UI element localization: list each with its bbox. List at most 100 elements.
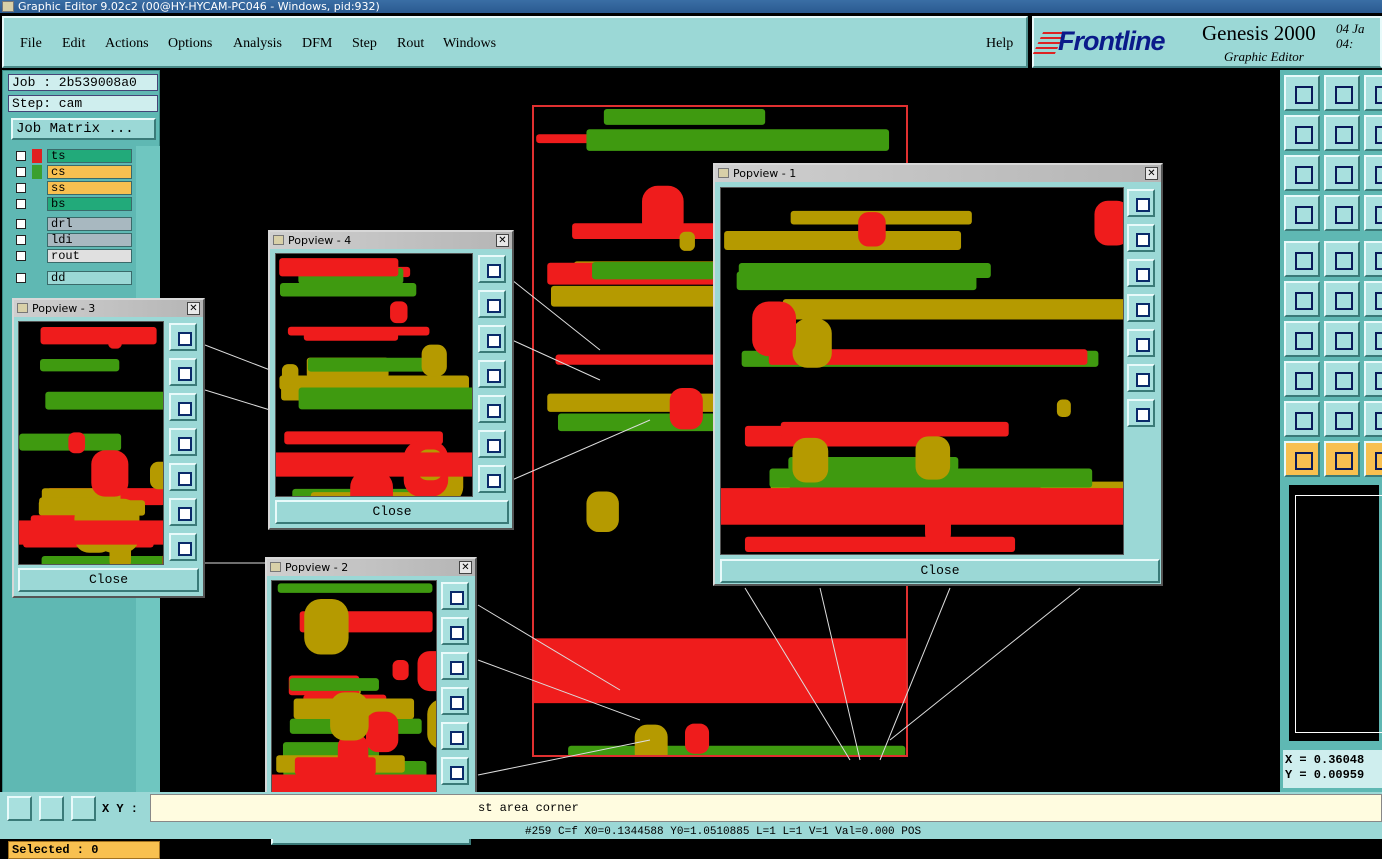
popview-3-image[interactable] — [18, 321, 164, 565]
popview-1-close-icon[interactable]: ✕ — [1145, 167, 1158, 180]
popview-2-image[interactable] — [271, 580, 437, 818]
zoom-fit-icon[interactable] — [7, 796, 32, 821]
pcb-shape — [279, 258, 398, 276]
toolbar-button[interactable] — [1284, 321, 1320, 357]
prompt-text: st area corner — [478, 801, 579, 815]
popview-4-close-icon[interactable]: ✕ — [496, 234, 509, 247]
pcb-shape — [745, 537, 1015, 552]
toolbar-button[interactable] — [1364, 75, 1382, 111]
popview-1-titlebar[interactable]: Popview - 1✕ — [715, 165, 1161, 182]
popview-tool-button[interactable] — [1127, 224, 1155, 252]
popview-tool-button[interactable] — [441, 722, 469, 750]
popview-2-close-icon[interactable]: ✕ — [459, 561, 472, 574]
popview-icon — [273, 235, 284, 245]
toolbar-button[interactable] — [1284, 361, 1320, 397]
pcb-shape — [68, 432, 85, 453]
pcb-shape — [308, 358, 434, 372]
popview-tool-button[interactable] — [169, 498, 197, 526]
popview-tool-button[interactable] — [1127, 399, 1155, 427]
toolbar-button[interactable] — [1364, 401, 1382, 437]
popview-tool-button[interactable] — [169, 533, 197, 561]
popview-tool-button[interactable] — [478, 290, 506, 318]
toolbar-button[interactable] — [1364, 155, 1382, 191]
popview-tool-button[interactable] — [478, 395, 506, 423]
popview-tool-button[interactable] — [441, 582, 469, 610]
toolbar-button[interactable] — [1324, 241, 1360, 277]
toolbar-button[interactable] — [1364, 361, 1382, 397]
popview-tool-button[interactable] — [1127, 364, 1155, 392]
toolbar-button[interactable] — [1364, 195, 1382, 231]
pcb-shape — [19, 520, 163, 544]
popview-3-titlebar[interactable]: Popview - 3 ✕ — [14, 300, 203, 317]
toolbar-button[interactable] — [1364, 441, 1382, 477]
popview-tool-button[interactable] — [1127, 294, 1155, 322]
popview-3: Popview - 3 ✕ Close — [12, 298, 205, 598]
toolbar-button[interactable] — [1324, 155, 1360, 191]
popview-tool-button[interactable] — [1127, 259, 1155, 287]
pcb-shape — [781, 422, 1009, 437]
toolbar-button[interactable] — [1324, 441, 1360, 477]
popview-tool-button[interactable] — [169, 358, 197, 386]
popview-tool-button[interactable] — [478, 325, 506, 353]
popview-tool-button[interactable] — [478, 430, 506, 458]
popview-tool-button[interactable] — [441, 687, 469, 715]
popview-icon — [17, 303, 28, 313]
toolbar-button[interactable] — [1364, 115, 1382, 151]
popview-tool-button[interactable] — [441, 652, 469, 680]
popview-tool-button[interactable] — [169, 323, 197, 351]
popview-icon — [718, 168, 729, 178]
toolbar-button[interactable] — [1284, 115, 1320, 151]
cursor-coordinates: X = 0.36048 Y = 0.00959 — [1283, 750, 1382, 788]
popview-3-close-icon[interactable]: ✕ — [187, 302, 200, 315]
overview-window[interactable] — [1286, 482, 1382, 744]
pcb-shape — [792, 438, 828, 483]
popview-connector — [745, 588, 850, 760]
popview-3-close-button[interactable]: Close — [18, 568, 199, 592]
popview-4-image[interactable] — [275, 253, 473, 497]
popview-4: Popview - 4✕ Close — [268, 230, 514, 530]
popview-tool-button[interactable] — [169, 393, 197, 421]
popview-1-image[interactable] — [720, 187, 1124, 555]
pcb-artwork — [19, 322, 163, 564]
popview-tool-button[interactable] — [1127, 189, 1155, 217]
toolbar-button[interactable] — [1324, 361, 1360, 397]
popview-tool-button[interactable] — [441, 617, 469, 645]
toolbar-button[interactable] — [1284, 401, 1320, 437]
popview-4-close-button[interactable]: Close — [275, 500, 509, 524]
toolbar-button[interactable] — [1324, 195, 1360, 231]
toolbar-button[interactable] — [1324, 115, 1360, 151]
popview-tool-button[interactable] — [478, 360, 506, 388]
toolbar-button[interactable] — [1364, 281, 1382, 317]
pcb-shape — [45, 392, 163, 410]
popview-tool-button[interactable] — [441, 757, 469, 785]
popview-tool-button[interactable] — [169, 428, 197, 456]
toolbar-button[interactable] — [1284, 195, 1320, 231]
popview-4-titlebar[interactable]: Popview - 4✕ — [270, 232, 512, 249]
zoom-area-icon[interactable] — [39, 796, 64, 821]
toolbar-button[interactable] — [1284, 241, 1320, 277]
toolbar-button[interactable] — [1324, 401, 1360, 437]
toolbar-button[interactable] — [1284, 75, 1320, 111]
toolbar-button[interactable] — [1324, 321, 1360, 357]
grid-snap-icon[interactable] — [71, 796, 96, 821]
toolbar-button[interactable] — [1324, 75, 1360, 111]
toolbar-button[interactable] — [1364, 241, 1382, 277]
toolbar-button[interactable] — [1284, 441, 1320, 477]
popview-2-titlebar[interactable]: Popview - 2✕ — [267, 559, 475, 576]
pcb-artwork — [272, 581, 436, 817]
popview-tool-button[interactable] — [478, 255, 506, 283]
popview-tool-button[interactable] — [1127, 329, 1155, 357]
toolbar-button[interactable] — [1284, 155, 1320, 191]
popview-1-close-button[interactable]: Close — [720, 559, 1160, 583]
toolbar-button[interactable] — [1324, 281, 1360, 317]
toolbar-button[interactable] — [1284, 281, 1320, 317]
popview-tool-button[interactable] — [478, 465, 506, 493]
xy-input[interactable] — [150, 794, 1382, 822]
pcb-shape — [330, 692, 369, 740]
popview-tool-button[interactable] — [169, 463, 197, 491]
toolbar-button[interactable] — [1364, 321, 1382, 357]
popview-3-title: Popview - 3 — [32, 302, 95, 315]
popview-1: Popview - 1✕ Close — [713, 163, 1163, 586]
selected-count: Selected : 0 — [8, 841, 160, 859]
pcb-shape — [418, 651, 436, 691]
